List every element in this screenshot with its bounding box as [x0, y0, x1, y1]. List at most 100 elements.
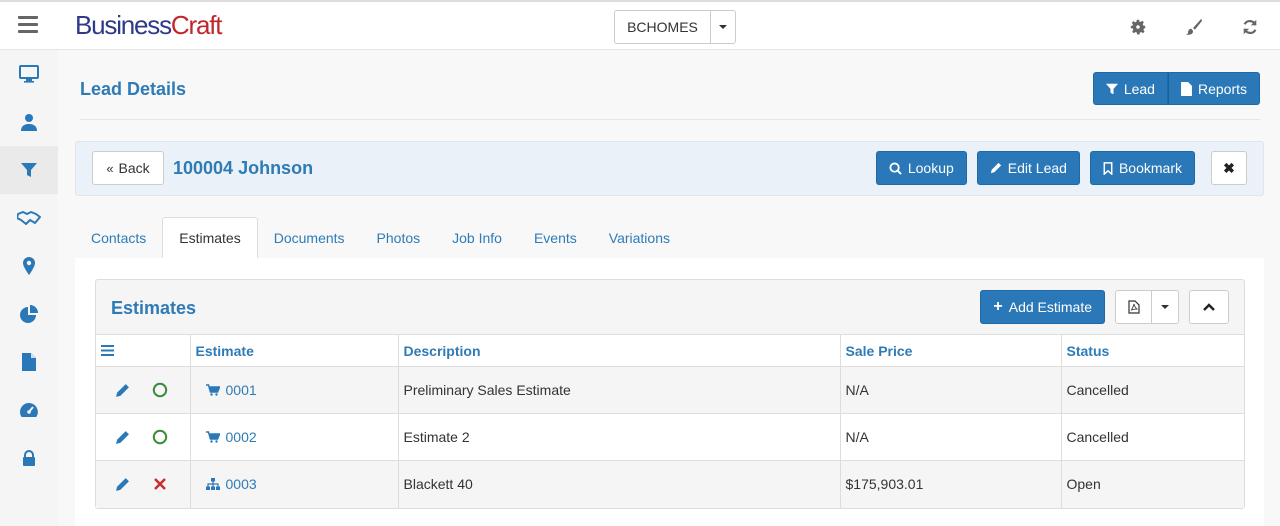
chevron-up-icon[interactable] [1189, 290, 1229, 324]
estimate-number: 0001 [225, 382, 257, 398]
gear-icon[interactable] [1128, 17, 1148, 37]
logo-text-craft: Craft [170, 10, 223, 40]
estimate-sale-price: N/A [840, 413, 1062, 461]
desktop-icon [19, 65, 39, 83]
search-icon [889, 161, 902, 175]
menu-toggle-icon[interactable] [18, 16, 38, 36]
estimate-description: Preliminary Sales Estimate [398, 366, 841, 414]
back-label: Back [118, 160, 150, 176]
sidebar-item-deals[interactable] [0, 194, 58, 242]
pencil-icon[interactable] [115, 477, 130, 492]
app-logo[interactable]: BusinessCraft [75, 10, 223, 41]
company-label[interactable]: BCHOMES [615, 11, 711, 43]
x-status-icon [154, 478, 166, 491]
estimate-link[interactable]: 0003 [196, 476, 393, 492]
lead-header-bar: « Back 100004 Johnson Lookup Edit Lead B… [75, 141, 1264, 196]
lock-icon [23, 450, 35, 466]
estimate-status: Cancelled [1061, 366, 1244, 414]
lead-tabs: Contacts Estimates Documents Photos Job … [75, 217, 1264, 259]
table-row: 0001 Preliminary Sales Estimate N/A Canc… [96, 366, 1244, 414]
estimate-description: Estimate 2 [398, 413, 841, 461]
column-header-estimate[interactable]: Estimate [190, 334, 399, 367]
sidebar-item-locations[interactable] [0, 242, 58, 290]
table-header-row: Estimate Description Sale Price Status [96, 334, 1244, 367]
pencil-icon[interactable] [115, 430, 130, 445]
filter-icon [1105, 83, 1118, 94]
sidebar-item-contacts[interactable] [0, 98, 58, 146]
map-marker-icon [23, 257, 35, 275]
edit-lead-button[interactable]: Edit Lead [976, 151, 1080, 185]
header-button-group: Lead Reports [1092, 72, 1260, 105]
sidebar-item-leads[interactable] [0, 146, 58, 194]
pencil-icon [990, 162, 1001, 174]
reports-label: Reports [1197, 80, 1247, 97]
main-content: Lead Details Lead Reports « Back 100004 … [58, 50, 1280, 526]
refresh-icon[interactable] [1240, 17, 1260, 37]
pdf-file-icon[interactable] [1116, 291, 1152, 323]
circle-status-icon [152, 429, 168, 445]
back-button[interactable]: « Back [92, 151, 164, 185]
sidebar-item-reports[interactable] [0, 290, 58, 338]
estimate-link[interactable]: 0001 [196, 382, 393, 398]
add-estimate-button[interactable]: + Add Estimate [980, 290, 1105, 324]
column-header-sale-price[interactable]: Sale Price [840, 334, 1062, 367]
sidebar-item-security[interactable] [0, 434, 58, 482]
plus-icon: + [993, 298, 1003, 315]
tab-documents[interactable]: Documents [258, 217, 361, 259]
file-icon [22, 353, 36, 371]
sidebar-item-dashboard[interactable] [0, 386, 58, 434]
estimate-description: Blackett 40 [398, 460, 841, 508]
brush-icon[interactable] [1184, 17, 1204, 37]
lead-filter-button[interactable]: Lead [1092, 72, 1168, 105]
list-icon [101, 344, 114, 356]
estimates-panel: Estimates + Add Estimate Estimate Descri… [95, 279, 1245, 509]
dashboard-icon [20, 403, 38, 417]
shopping-cart-icon [205, 384, 220, 396]
bookmark-label: Bookmark [1118, 160, 1182, 176]
table-row: 0003 Blackett 40 $175,903.01 Open [96, 460, 1244, 508]
tab-job-info[interactable]: Job Info [436, 217, 518, 259]
sitemap-icon [205, 478, 220, 491]
page-title: Lead Details [80, 79, 187, 99]
column-menu[interactable] [96, 334, 191, 367]
column-header-status[interactable]: Status [1061, 334, 1244, 367]
estimates-table: Estimate Description Sale Price Status 0… [96, 334, 1244, 508]
tab-photos[interactable]: Photos [361, 217, 437, 259]
lookup-button[interactable]: Lookup [875, 151, 967, 185]
tab-estimates[interactable]: Estimates [162, 217, 258, 259]
tab-contacts[interactable]: Contacts [75, 217, 162, 259]
table-row: 0002 Estimate 2 N/A Cancelled [96, 413, 1244, 461]
sidebar [0, 50, 58, 526]
shopping-cart-icon [205, 431, 220, 443]
user-icon [21, 114, 37, 131]
add-estimate-label: Add Estimate [1008, 299, 1092, 315]
tab-content: Estimates + Add Estimate Estimate Descri… [75, 258, 1264, 526]
estimate-number: 0003 [225, 476, 257, 493]
bookmark-icon [1103, 161, 1113, 175]
bookmark-button[interactable]: Bookmark [1089, 151, 1195, 185]
company-selector[interactable]: BCHOMES [614, 10, 736, 44]
lead-filter-label: Lead [1123, 80, 1155, 97]
close-icon[interactable]: ✖ [1211, 151, 1247, 185]
sidebar-item-documents[interactable] [0, 338, 58, 386]
circle-status-icon [152, 382, 168, 398]
estimate-status: Cancelled [1061, 413, 1244, 461]
chevron-down-icon[interactable] [711, 11, 735, 43]
lead-name: 100004 Johnson [173, 158, 314, 178]
sidebar-item-desktop[interactable] [0, 50, 58, 98]
edit-lead-label: Edit Lead [1007, 160, 1067, 176]
filter-icon [21, 163, 37, 177]
chevron-down-icon[interactable] [1152, 291, 1178, 323]
lookup-label: Lookup [907, 160, 954, 176]
divider [80, 119, 1260, 120]
tab-variations[interactable]: Variations [593, 217, 686, 259]
handshake-icon [17, 211, 41, 225]
estimate-sale-price: N/A [840, 366, 1062, 414]
tab-events[interactable]: Events [518, 217, 593, 259]
file-icon [1181, 81, 1192, 96]
reports-button[interactable]: Reports [1167, 72, 1260, 105]
column-header-description[interactable]: Description [398, 334, 841, 367]
pencil-icon[interactable] [115, 383, 130, 398]
double-chevron-left-icon: « [106, 160, 114, 176]
estimate-link[interactable]: 0002 [196, 429, 393, 445]
